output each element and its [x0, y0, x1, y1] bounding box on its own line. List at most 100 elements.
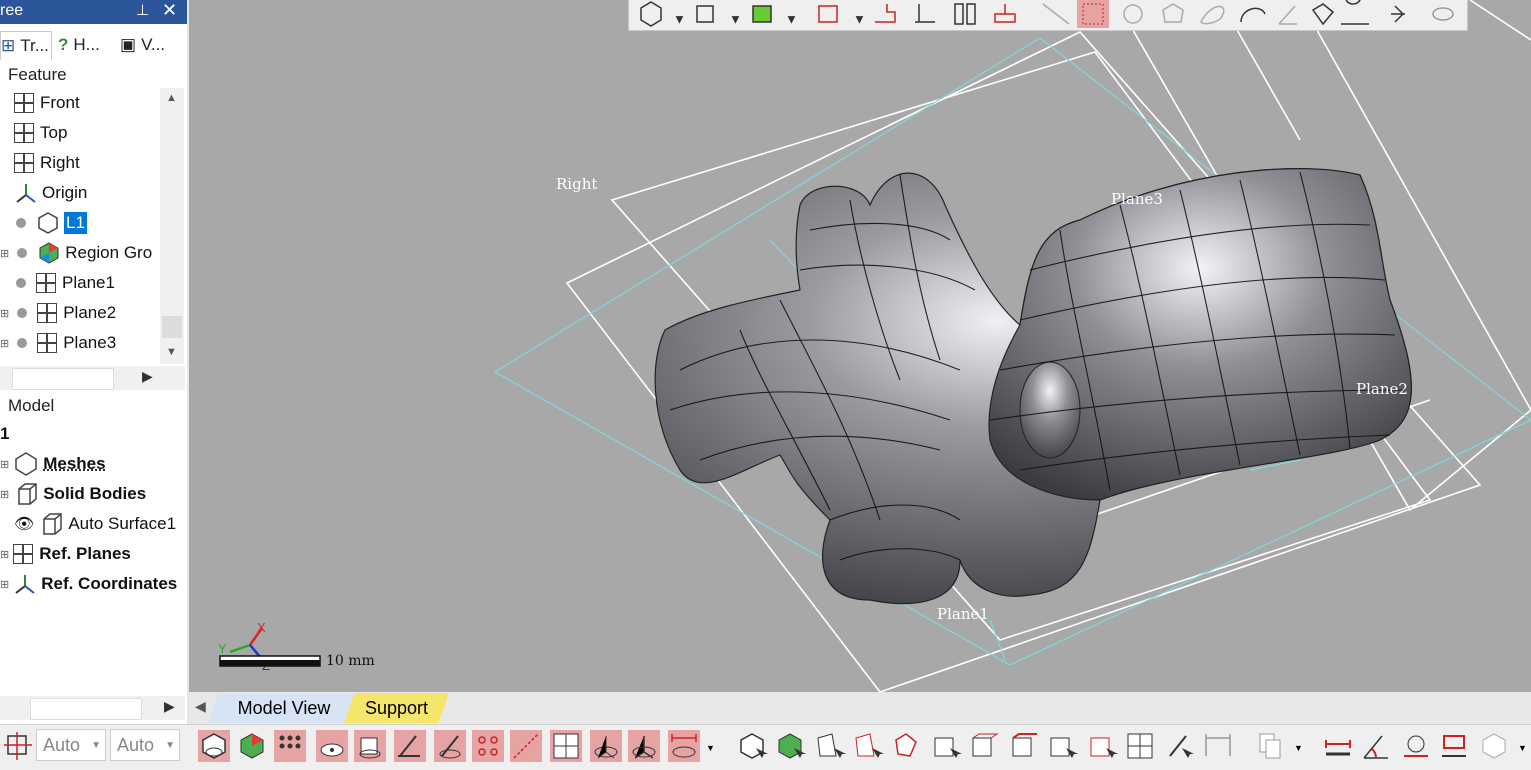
normal-select-icon[interactable]: [1341, 0, 1369, 24]
dropdown-icon[interactable]: ▼: [91, 740, 101, 751]
model-item-meshes[interactable]: ⊞ Meshes: [0, 449, 200, 479]
section-view-icon[interactable]: [875, 4, 895, 22]
expand-icon[interactable]: ⊞: [0, 337, 9, 350]
model-root[interactable]: 1: [0, 419, 200, 449]
dropdown-icon[interactable]: ▼: [675, 14, 684, 24]
model-item-ref-planes[interactable]: ⊞ Ref. Planes: [0, 539, 200, 569]
section-flip-icon[interactable]: [915, 4, 935, 22]
paint-select-icon[interactable]: [1313, 4, 1333, 24]
lasso-select-icon[interactable]: [1201, 6, 1224, 23]
show-regions-icon[interactable]: [236, 730, 268, 762]
show-ref-points-icon[interactable]: [472, 730, 504, 762]
crosshair-select-icon[interactable]: [2, 730, 34, 762]
select-sketch-icon[interactable]: [1164, 730, 1196, 762]
model-hscrollbar[interactable]: ▶: [0, 696, 185, 720]
tree-hscrollbar[interactable]: ▶: [0, 366, 185, 390]
measure-angle-icon[interactable]: [1360, 730, 1392, 762]
dropdown-icon[interactable]: ▼: [706, 743, 715, 753]
tab-scroll-left-icon[interactable]: ◀: [195, 698, 206, 715]
model-item-auto-surface[interactable]: 👁 Auto Surface1: [14, 509, 214, 539]
circle-select-icon[interactable]: [1124, 5, 1142, 23]
clip-plane-icon[interactable]: [995, 4, 1015, 22]
show-sketch-icon[interactable]: [394, 730, 426, 762]
select-body-icon[interactable]: [930, 730, 962, 762]
cube-view-icon[interactable]: [697, 6, 713, 22]
tab-model-view[interactable]: Model View: [209, 693, 359, 723]
select-solid-face-icon[interactable]: [968, 730, 1000, 762]
dropdown-icon[interactable]: ▼: [855, 14, 864, 24]
model-item-ref-coordinates[interactable]: ⊞ Ref. Coordinates: [0, 569, 200, 599]
scroll-thumb[interactable]: [30, 698, 142, 720]
tree-item-plane2[interactable]: ⊞ Plane2: [0, 298, 160, 328]
scroll-thumb[interactable]: [12, 368, 114, 390]
show-mesh-icon[interactable]: [198, 730, 230, 762]
select-through-icon[interactable]: [1391, 6, 1405, 22]
3d-viewport[interactable]: Right Plane3 Plane2 Plane1 X Y Z 10 mm: [189, 0, 1531, 692]
select-edge-icon[interactable]: [852, 730, 884, 762]
line-select-icon[interactable]: [1043, 4, 1069, 24]
select-vertex-icon[interactable]: [1046, 730, 1078, 762]
show-dimensions-icon[interactable]: [668, 730, 700, 762]
polygon-select-icon[interactable]: [1163, 4, 1183, 22]
expand-icon[interactable]: ⊞: [0, 458, 9, 471]
brush-select-icon[interactable]: [1279, 6, 1297, 24]
mirror-view-icon[interactable]: [955, 4, 975, 24]
show-solid-icon[interactable]: [354, 730, 386, 762]
measure-distance-icon[interactable]: [1322, 730, 1354, 762]
copy-icon[interactable]: [1254, 730, 1286, 762]
tab-history[interactable]: ? H...: [58, 31, 114, 59]
tab-tree[interactable]: ⊞ Tr...: [0, 31, 52, 60]
visibility-dot[interactable]: [16, 278, 26, 288]
tree-item-plane1[interactable]: Plane1: [16, 268, 160, 298]
scroll-down-icon[interactable]: ▼: [166, 346, 177, 358]
select-face-icon[interactable]: [814, 730, 846, 762]
select-solid-edge-icon[interactable]: [1008, 730, 1040, 762]
expand-icon[interactable]: ⊞: [0, 307, 9, 320]
tree-item-plane3[interactable]: ⊞ Plane3: [0, 328, 160, 358]
show-surface-icon[interactable]: [316, 730, 348, 762]
dropdown-icon[interactable]: ▼: [787, 14, 796, 24]
pin-icon[interactable]: ⊥: [136, 1, 149, 19]
select-region-icon[interactable]: [774, 730, 806, 762]
tree-item-top[interactable]: Top: [14, 118, 160, 148]
tree-vscrollbar[interactable]: ▲ ▼: [160, 88, 184, 364]
render-icon[interactable]: [1478, 730, 1510, 762]
visibility-icon[interactable]: [1433, 8, 1453, 20]
tree-item-l1[interactable]: L1: [16, 208, 160, 238]
eye-icon[interactable]: 👁: [14, 514, 34, 534]
freeform-select-icon[interactable]: [1241, 8, 1265, 22]
scroll-up-icon[interactable]: ▲: [166, 92, 177, 104]
tree-item-region-group[interactable]: ⊞ Region Gro: [0, 238, 160, 268]
show-ref-planes-icon[interactable]: [550, 730, 582, 762]
close-icon[interactable]: ✕: [162, 0, 177, 21]
expand-icon[interactable]: ⊞: [0, 488, 9, 501]
dropdown-icon[interactable]: ▼: [1294, 743, 1303, 753]
scroll-track[interactable]: [162, 316, 182, 338]
select-mesh-icon[interactable]: [736, 730, 768, 762]
select-curve-icon[interactable]: [1086, 730, 1118, 762]
model-item-solid-bodies[interactable]: ⊞ Solid Bodies: [0, 479, 200, 509]
dropdown-icon[interactable]: ▼: [165, 740, 175, 751]
tab-view[interactable]: ▣ V...: [120, 31, 180, 59]
tree-item-origin[interactable]: Origin: [14, 178, 160, 208]
tree-item-right[interactable]: Right: [14, 148, 160, 178]
standard-view-icon[interactable]: [641, 2, 661, 26]
expand-icon[interactable]: ⊞: [0, 578, 9, 591]
show-origin-icon[interactable]: [628, 730, 660, 762]
visibility-dot[interactable]: [17, 308, 27, 318]
show-ref-csys-icon[interactable]: [590, 730, 622, 762]
scroll-right-icon[interactable]: ▶: [164, 698, 175, 715]
show-ref-lines-icon[interactable]: [510, 730, 542, 762]
visibility-dot[interactable]: [17, 338, 27, 348]
scroll-thumb[interactable]: [162, 114, 182, 314]
scroll-right-icon[interactable]: ▶: [142, 368, 153, 385]
tab-support[interactable]: Support: [344, 693, 449, 723]
dropdown-icon[interactable]: ▼: [1518, 743, 1527, 753]
visibility-dot[interactable]: [16, 218, 26, 228]
select-plane-icon[interactable]: [1124, 730, 1156, 762]
dropdown-icon[interactable]: ▼: [731, 14, 740, 24]
display-mode-icon[interactable]: [753, 6, 771, 22]
measure-radius-icon[interactable]: [1400, 730, 1432, 762]
tree-item-front[interactable]: Front: [14, 88, 160, 118]
measure-area-icon[interactable]: [1438, 730, 1470, 762]
